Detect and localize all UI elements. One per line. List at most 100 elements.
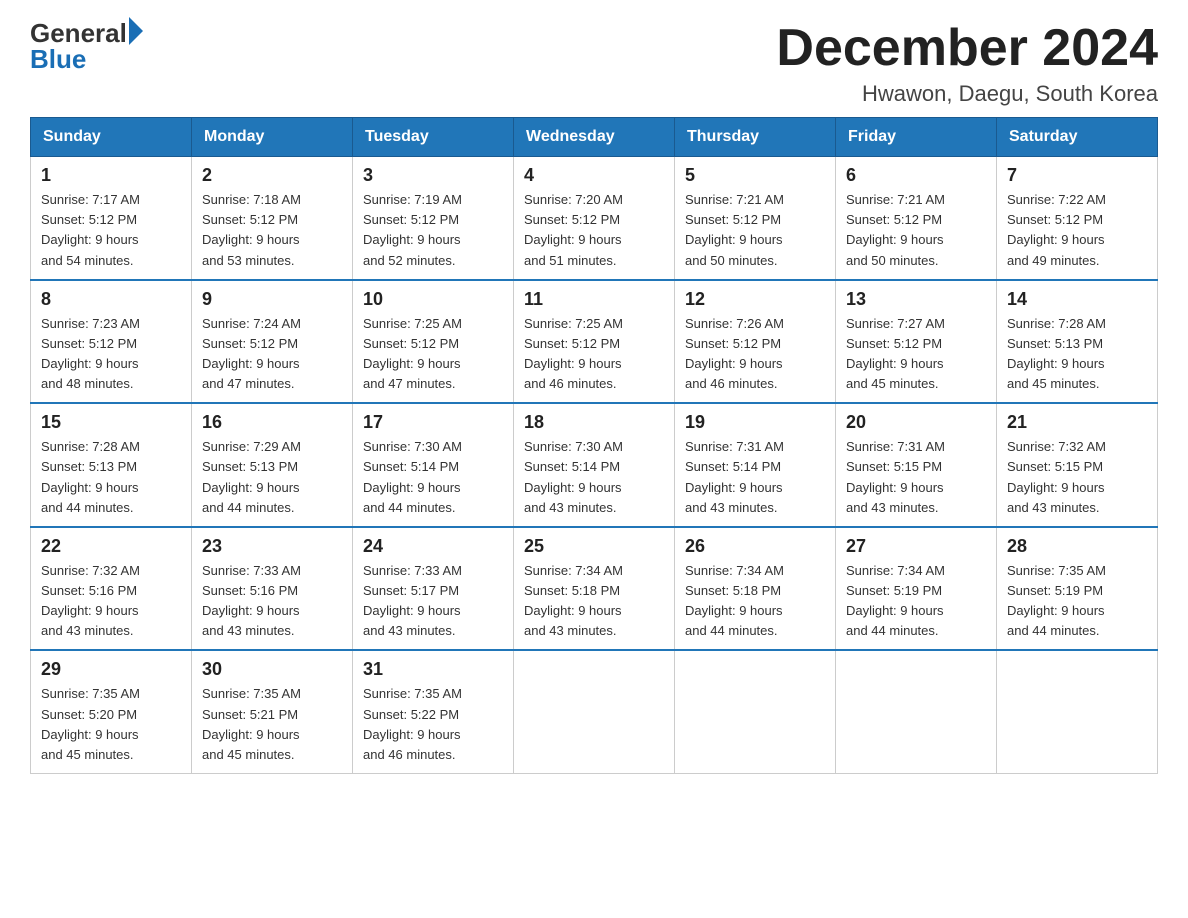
day-info: Sunrise: 7:25 AMSunset: 5:12 PMDaylight:… <box>524 314 664 395</box>
day-info: Sunrise: 7:35 AMSunset: 5:21 PMDaylight:… <box>202 684 342 765</box>
day-number: 14 <box>1007 289 1147 310</box>
day-number: 21 <box>1007 412 1147 433</box>
table-row: 23Sunrise: 7:33 AMSunset: 5:16 PMDayligh… <box>192 527 353 651</box>
table-row: 26Sunrise: 7:34 AMSunset: 5:18 PMDayligh… <box>675 527 836 651</box>
day-number: 4 <box>524 165 664 186</box>
day-number: 20 <box>846 412 986 433</box>
header-thursday: Thursday <box>675 118 836 157</box>
table-row: 2 Sunrise: 7:18 AMSunset: 5:12 PMDaylight… <box>192 157 353 280</box>
calendar-table: Sunday Monday Tuesday Wednesday Thursday… <box>30 117 1158 774</box>
day-info: Sunrise: 7:33 AMSunset: 5:17 PMDaylight:… <box>363 561 503 642</box>
table-row <box>836 650 997 773</box>
table-row: 22 Sunrise: 7:32 AMSunset: 5:16 PMDayligh… <box>31 527 192 651</box>
table-row: 27Sunrise: 7:34 AMSunset: 5:19 PMDayligh… <box>836 527 997 651</box>
day-info: Sunrise: 7:28 AMSunset: 5:13 PMDaylight:… <box>1007 314 1147 395</box>
day-info: Sunrise: 7:31 AMSunset: 5:14 PMDaylight:… <box>685 437 825 518</box>
day-number: 31 <box>363 659 503 680</box>
day-number: 13 <box>846 289 986 310</box>
day-info: Sunrise: 7:27 AMSunset: 5:12 PMDaylight:… <box>846 314 986 395</box>
table-row: 5Sunrise: 7:21 AMSunset: 5:12 PMDaylight… <box>675 157 836 280</box>
title-block: December 2024 Hwawon, Daegu, South Korea <box>776 20 1158 107</box>
header-saturday: Saturday <box>997 118 1158 157</box>
day-info: Sunrise: 7:34 AMSunset: 5:18 PMDaylight:… <box>685 561 825 642</box>
logo-blue-text: Blue <box>30 44 143 75</box>
day-info: Sunrise: 7:23 AMSunset: 5:12 PMDaylight:… <box>41 314 181 395</box>
header-friday: Friday <box>836 118 997 157</box>
calendar-week-row: 1 Sunrise: 7:17 AMSunset: 5:12 PMDaylight… <box>31 157 1158 280</box>
table-row <box>675 650 836 773</box>
table-row: 3Sunrise: 7:19 AMSunset: 5:12 PMDaylight… <box>353 157 514 280</box>
calendar-week-row: 8 Sunrise: 7:23 AMSunset: 5:12 PMDaylight… <box>31 280 1158 404</box>
table-row: 25Sunrise: 7:34 AMSunset: 5:18 PMDayligh… <box>514 527 675 651</box>
month-title: December 2024 <box>776 20 1158 77</box>
table-row <box>997 650 1158 773</box>
day-info: Sunrise: 7:32 AMSunset: 5:15 PMDaylight:… <box>1007 437 1147 518</box>
table-row: 20 Sunrise: 7:31 AMSunset: 5:15 PMDayligh… <box>836 403 997 527</box>
day-info: Sunrise: 7:30 AMSunset: 5:14 PMDaylight:… <box>524 437 664 518</box>
day-info: Sunrise: 7:29 AMSunset: 5:13 PMDaylight:… <box>202 437 342 518</box>
table-row: 1 Sunrise: 7:17 AMSunset: 5:12 PMDaylight… <box>31 157 192 280</box>
table-row: 14 Sunrise: 7:28 AMSunset: 5:13 PMDayligh… <box>997 280 1158 404</box>
table-row: 7 Sunrise: 7:22 AMSunset: 5:12 PMDaylight… <box>997 157 1158 280</box>
header-monday: Monday <box>192 118 353 157</box>
day-number: 5 <box>685 165 825 186</box>
logo: General Blue <box>30 20 143 75</box>
day-number: 18 <box>524 412 664 433</box>
calendar-week-row: 29 Sunrise: 7:35 AMSunset: 5:20 PMDayligh… <box>31 650 1158 773</box>
day-number: 24 <box>363 536 503 557</box>
table-row: 30 Sunrise: 7:35 AMSunset: 5:21 PMDayligh… <box>192 650 353 773</box>
day-info: Sunrise: 7:32 AMSunset: 5:16 PMDaylight:… <box>41 561 181 642</box>
table-row: 31 Sunrise: 7:35 AMSunset: 5:22 PMDayligh… <box>353 650 514 773</box>
calendar-week-row: 15 Sunrise: 7:28 AMSunset: 5:13 PMDayligh… <box>31 403 1158 527</box>
table-row: 6Sunrise: 7:21 AMSunset: 5:12 PMDaylight… <box>836 157 997 280</box>
table-row: 24 Sunrise: 7:33 AMSunset: 5:17 PMDayligh… <box>353 527 514 651</box>
table-row: 17Sunrise: 7:30 AMSunset: 5:14 PMDayligh… <box>353 403 514 527</box>
day-number: 10 <box>363 289 503 310</box>
day-info: Sunrise: 7:22 AMSunset: 5:12 PMDaylight:… <box>1007 190 1147 271</box>
day-number: 25 <box>524 536 664 557</box>
day-info: Sunrise: 7:33 AMSunset: 5:16 PMDaylight:… <box>202 561 342 642</box>
table-row <box>514 650 675 773</box>
day-info: Sunrise: 7:31 AMSunset: 5:15 PMDaylight:… <box>846 437 986 518</box>
day-number: 2 <box>202 165 342 186</box>
table-row: 15 Sunrise: 7:28 AMSunset: 5:13 PMDayligh… <box>31 403 192 527</box>
day-number: 22 <box>41 536 181 557</box>
day-info: Sunrise: 7:35 AMSunset: 5:22 PMDaylight:… <box>363 684 503 765</box>
day-number: 9 <box>202 289 342 310</box>
table-row: 21 Sunrise: 7:32 AMSunset: 5:15 PMDayligh… <box>997 403 1158 527</box>
day-info: Sunrise: 7:18 AMSunset: 5:12 PMDaylight:… <box>202 190 342 271</box>
day-number: 8 <box>41 289 181 310</box>
day-number: 7 <box>1007 165 1147 186</box>
table-row: 9Sunrise: 7:24 AMSunset: 5:12 PMDaylight… <box>192 280 353 404</box>
day-number: 28 <box>1007 536 1147 557</box>
day-info: Sunrise: 7:30 AMSunset: 5:14 PMDaylight:… <box>363 437 503 518</box>
table-row: 19Sunrise: 7:31 AMSunset: 5:14 PMDayligh… <box>675 403 836 527</box>
day-info: Sunrise: 7:35 AMSunset: 5:19 PMDaylight:… <box>1007 561 1147 642</box>
day-number: 16 <box>202 412 342 433</box>
day-info: Sunrise: 7:25 AMSunset: 5:12 PMDaylight:… <box>363 314 503 395</box>
table-row: 28 Sunrise: 7:35 AMSunset: 5:19 PMDayligh… <box>997 527 1158 651</box>
table-row: 4 Sunrise: 7:20 AMSunset: 5:12 PMDaylight… <box>514 157 675 280</box>
day-number: 1 <box>41 165 181 186</box>
day-info: Sunrise: 7:34 AMSunset: 5:19 PMDaylight:… <box>846 561 986 642</box>
table-row: 11Sunrise: 7:25 AMSunset: 5:12 PMDayligh… <box>514 280 675 404</box>
day-number: 6 <box>846 165 986 186</box>
header-wednesday: Wednesday <box>514 118 675 157</box>
day-info: Sunrise: 7:19 AMSunset: 5:12 PMDaylight:… <box>363 190 503 271</box>
table-row: 8 Sunrise: 7:23 AMSunset: 5:12 PMDaylight… <box>31 280 192 404</box>
day-info: Sunrise: 7:17 AMSunset: 5:12 PMDaylight:… <box>41 190 181 271</box>
location-subtitle: Hwawon, Daegu, South Korea <box>776 81 1158 107</box>
day-info: Sunrise: 7:28 AMSunset: 5:13 PMDaylight:… <box>41 437 181 518</box>
day-number: 29 <box>41 659 181 680</box>
header-sunday: Sunday <box>31 118 192 157</box>
day-info: Sunrise: 7:35 AMSunset: 5:20 PMDaylight:… <box>41 684 181 765</box>
header-tuesday: Tuesday <box>353 118 514 157</box>
page-header: General Blue December 2024 Hwawon, Daegu… <box>30 20 1158 107</box>
day-number: 15 <box>41 412 181 433</box>
day-number: 12 <box>685 289 825 310</box>
day-info: Sunrise: 7:20 AMSunset: 5:12 PMDaylight:… <box>524 190 664 271</box>
day-number: 30 <box>202 659 342 680</box>
table-row: 16 Sunrise: 7:29 AMSunset: 5:13 PMDayligh… <box>192 403 353 527</box>
table-row: 13 Sunrise: 7:27 AMSunset: 5:12 PMDayligh… <box>836 280 997 404</box>
weekday-header-row: Sunday Monday Tuesday Wednesday Thursday… <box>31 118 1158 157</box>
